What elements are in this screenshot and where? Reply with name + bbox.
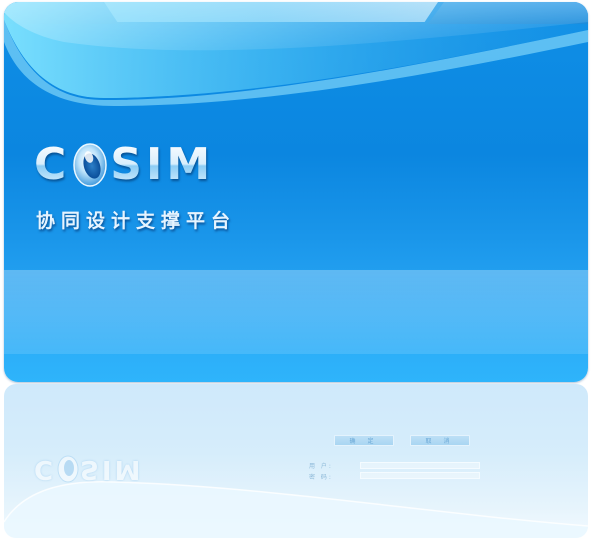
splash-panel: C SIM 协同设计支撑平台 [4,2,588,382]
top-swoosh [4,2,588,106]
cosim-logo: C SIM [34,140,214,190]
username-field[interactable] [360,462,480,469]
logo-letter-c: C [34,139,71,190]
password-label: 密 码: [309,474,333,481]
cancel-button[interactable]: 取 消 [410,435,470,446]
logo-letters-sim: SIM [110,139,215,190]
ok-button[interactable]: 确 定 [334,435,394,446]
logo-orb-icon [73,143,108,187]
username-label: 用 户: [309,463,333,470]
platform-subtitle: 协同设计支撑平台 [36,210,237,232]
logo-reflection-sim: SIM [80,454,144,484]
bottom-swoosh [4,481,588,538]
glossy-band [4,270,588,354]
logo-reflection-c: C [34,454,57,484]
reflection-area: C SIM 确 定 取 消 用 户: 密 码: [4,384,588,538]
logo-reflection: C SIM [34,454,143,484]
logo-reflection-orb-icon [57,455,79,483]
password-field[interactable] [360,472,480,479]
